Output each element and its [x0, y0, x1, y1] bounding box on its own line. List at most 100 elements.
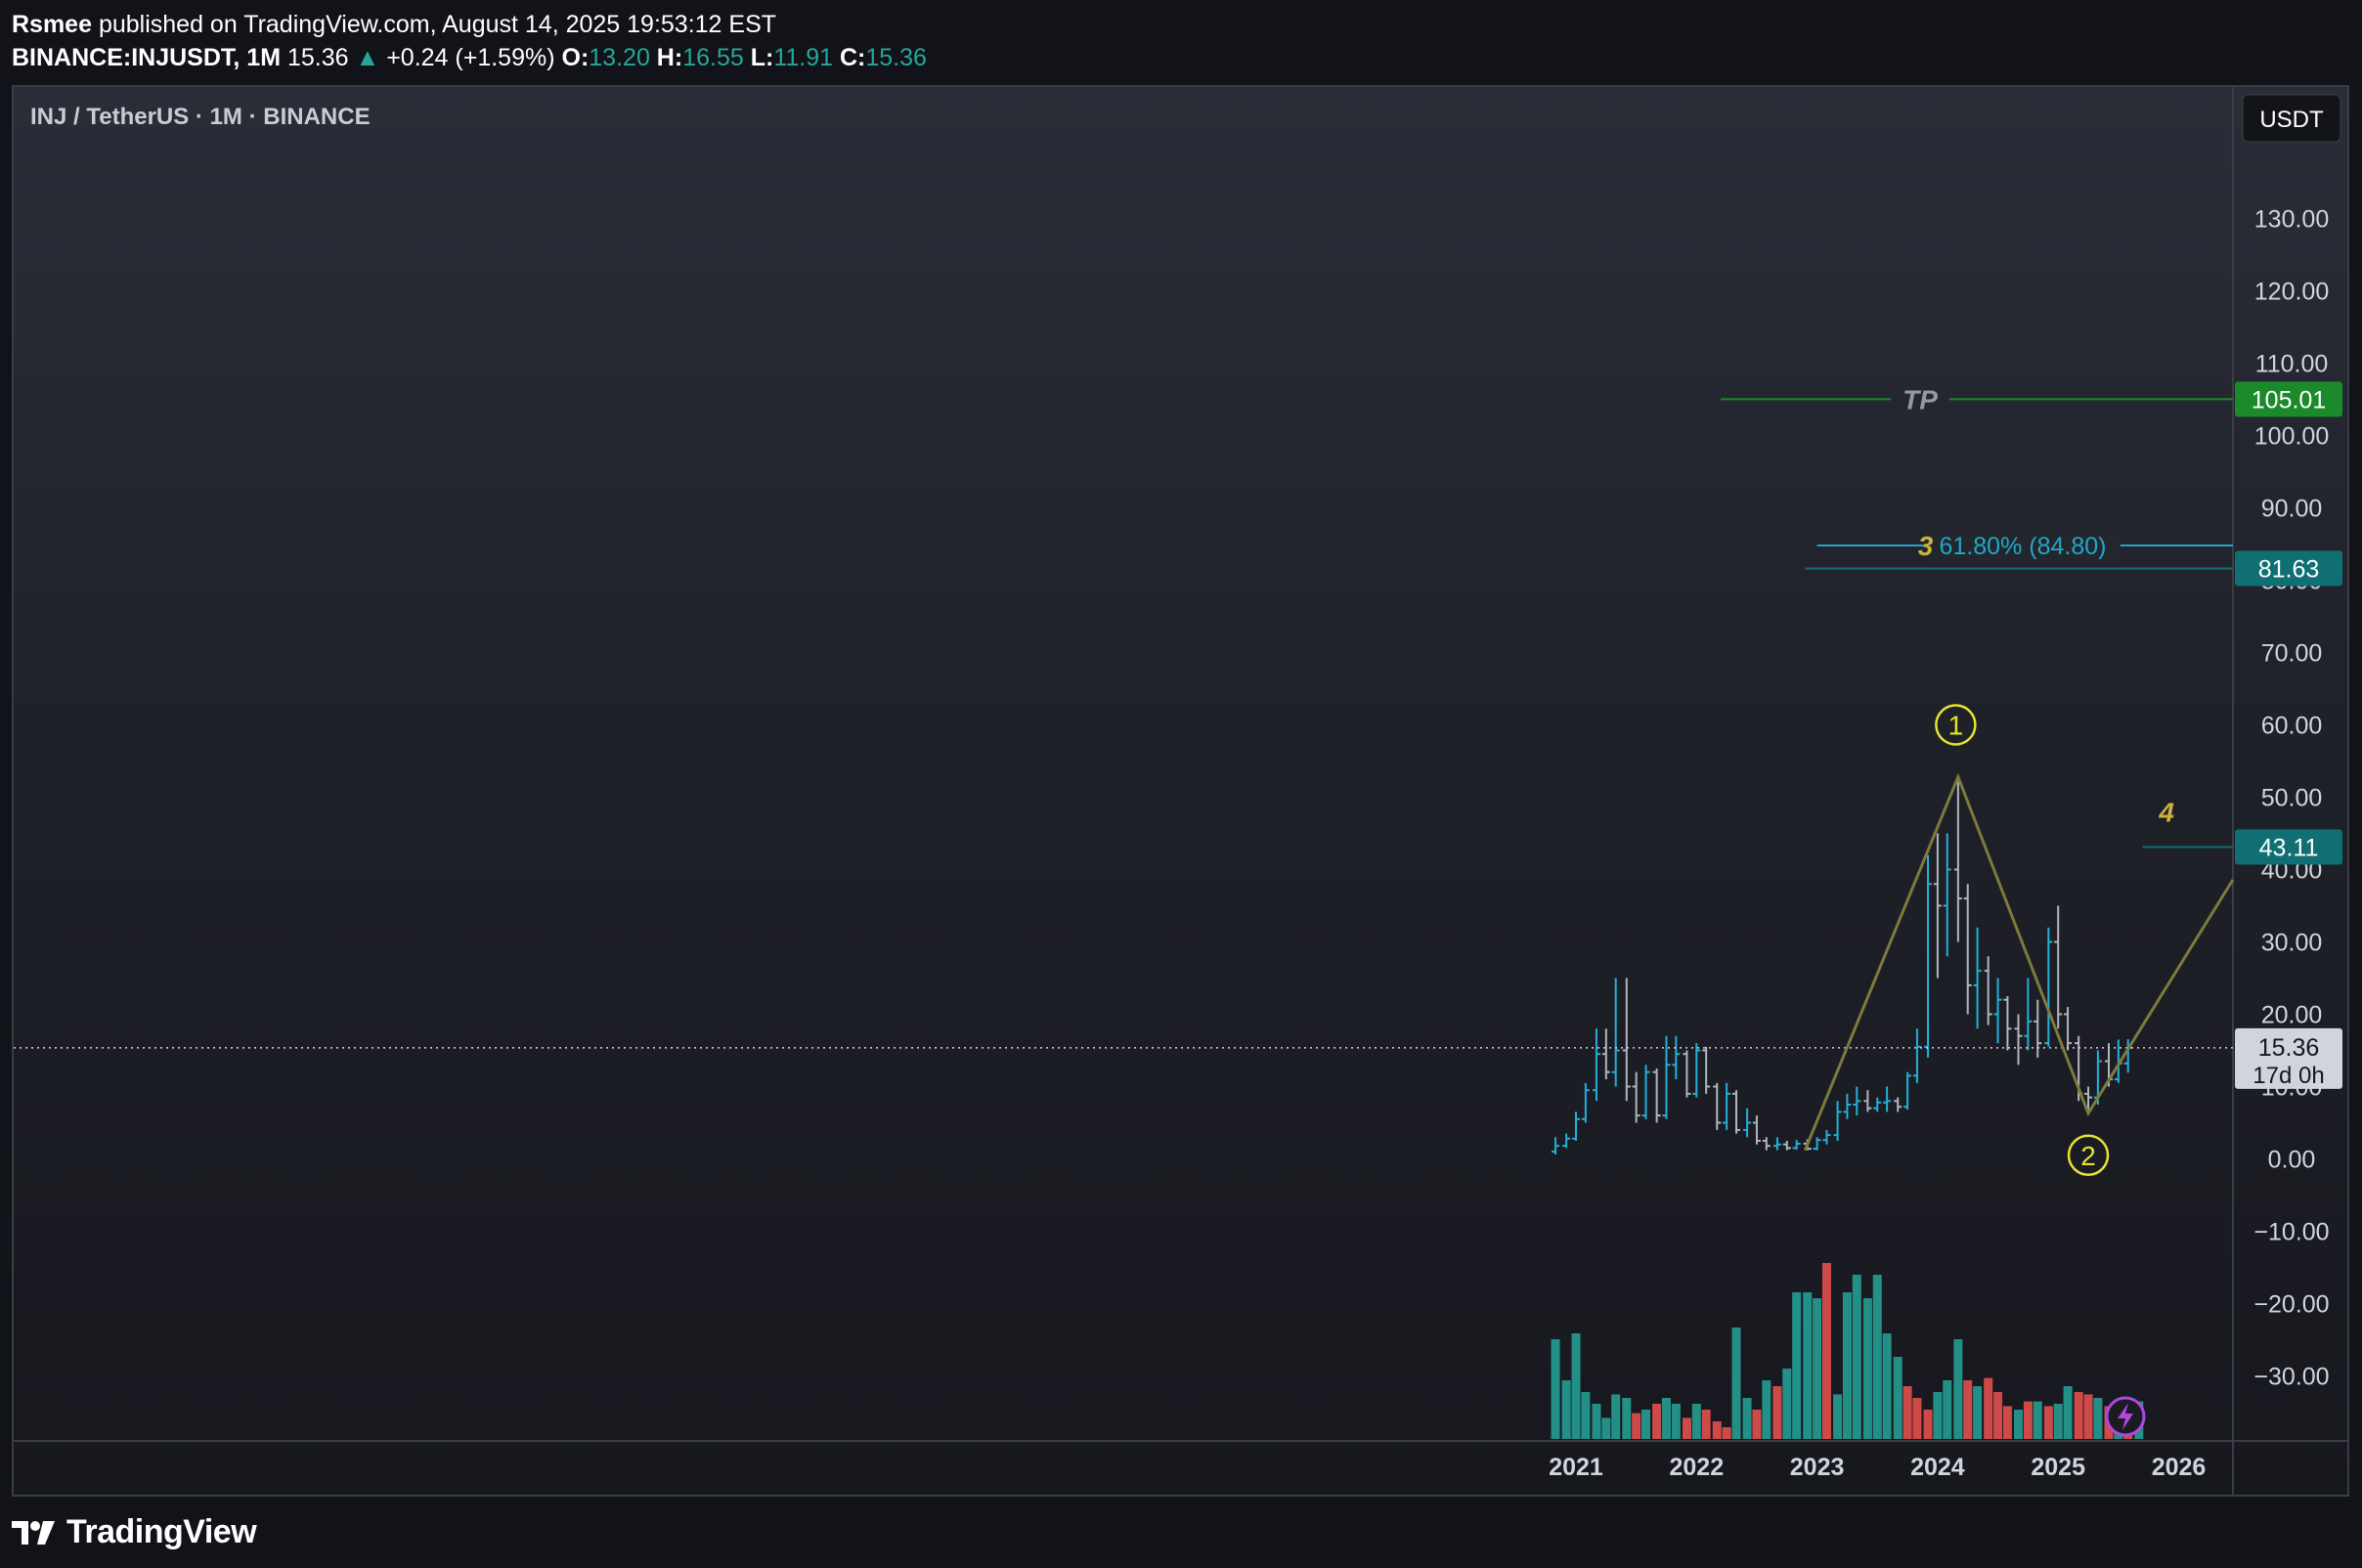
tradingview-brand: TradingView [66, 1513, 257, 1550]
last-price: 15.36 [286, 44, 349, 71]
volume-bar [2083, 1394, 2093, 1439]
x-tick-label: 2024 [1910, 1454, 1965, 1481]
price-level-label: 43.11 [2259, 834, 2319, 861]
price-chart[interactable]: 130.00120.00110.00100.0090.0080.0070.006… [14, 87, 2347, 1495]
volume-bar [1852, 1275, 1861, 1439]
price-level-label: 81.63 [2258, 555, 2320, 583]
x-tick-label: 2021 [1549, 1454, 1603, 1481]
author-name[interactable]: Rsmee [12, 11, 92, 38]
y-tick-label: 70.00 [2261, 640, 2323, 668]
high-label: H: [656, 44, 683, 71]
volume-bar [1973, 1386, 1983, 1439]
volume-bar [1953, 1339, 1963, 1439]
tradingview-logo-icon [12, 1520, 55, 1545]
volume-bar [2074, 1392, 2083, 1439]
last-price-label: 15.36 [2258, 1034, 2320, 1062]
volume-bar [2063, 1386, 2073, 1439]
y-tick-label: −30.00 [2253, 1364, 2329, 1391]
y-tick-label: −10.00 [2253, 1219, 2329, 1246]
volume-bar [1661, 1398, 1671, 1439]
close-label: C: [839, 44, 866, 71]
volume-bar [1592, 1404, 1601, 1439]
volume-bar [1601, 1417, 1611, 1439]
volume-bar [1561, 1380, 1571, 1439]
open-label: O: [561, 44, 590, 71]
y-tick-label: 110.00 [2255, 351, 2329, 378]
x-tick-label: 2023 [1790, 1454, 1845, 1481]
volume-bar [1691, 1404, 1701, 1439]
currency-button-label: USDT [2259, 107, 2324, 133]
volume-bar [1912, 1398, 1922, 1439]
volume-bar [2043, 1406, 2053, 1439]
volume-bar [1571, 1333, 1581, 1439]
volume-bar [1731, 1328, 1741, 1439]
y-tick-label: 130.00 [2254, 206, 2329, 234]
volume-bar [1712, 1421, 1722, 1439]
volume-bar [1701, 1410, 1711, 1439]
volume-bar [1842, 1292, 1852, 1439]
y-tick-label: 120.00 [2254, 279, 2329, 306]
volume-bar [1943, 1380, 1952, 1439]
x-tick-label: 2025 [2031, 1454, 2085, 1481]
volume-bar [1742, 1398, 1752, 1439]
volume-bar [1792, 1292, 1802, 1439]
symbol-label: BINANCE:INJUSDT, 1M [12, 44, 282, 71]
chart-header: Rsmee published on TradingView.com, Augu… [12, 8, 927, 74]
price-level-label: 105.01 [2252, 386, 2326, 414]
volume-bar [1963, 1380, 1973, 1439]
volume-bar [2093, 1398, 2103, 1439]
chart-frame[interactable]: 130.00120.00110.00100.0090.0080.0070.006… [12, 85, 2349, 1497]
volume-bar [1933, 1392, 1943, 1439]
volume-bar [1652, 1404, 1662, 1439]
elliott-wave-path[interactable] [1803, 772, 2235, 1152]
volume-bar [1903, 1386, 1912, 1439]
volume-bar [1882, 1333, 1892, 1439]
volume-bar [1641, 1410, 1651, 1439]
up-arrow-icon: ▲ [355, 44, 380, 71]
volume-bar [1772, 1386, 1782, 1439]
y-tick-label: 100.00 [2254, 423, 2329, 451]
y-tick-label: 20.00 [2261, 1002, 2323, 1029]
y-tick-label: 90.00 [2261, 496, 2323, 523]
volume-bar [2002, 1406, 2012, 1439]
countdown-label: 17d 0h [2253, 1063, 2324, 1089]
volume-bar [1782, 1369, 1792, 1439]
volume-bar [1632, 1413, 1641, 1439]
wave-label: 4 [2158, 797, 2174, 827]
volume-bar [1752, 1410, 1762, 1439]
footer: TradingView [12, 1513, 257, 1551]
volume-bar [1551, 1339, 1560, 1439]
volume-bar [1984, 1377, 1993, 1439]
y-tick-label: 30.00 [2261, 930, 2323, 957]
high-value: 16.55 [682, 44, 744, 71]
volume-bar [1722, 1427, 1731, 1439]
price-change: +0.24 (+1.59%) [386, 44, 555, 71]
tp-label: TP [1903, 384, 1938, 414]
wave-label: 1 [1948, 711, 1964, 741]
volume-bar [2053, 1404, 2063, 1439]
volume-bar [1682, 1417, 1691, 1439]
volume-bar [2014, 1410, 2024, 1439]
volume-bar [1671, 1404, 1681, 1439]
x-tick-label: 2022 [1669, 1454, 1724, 1481]
y-tick-label: 60.00 [2261, 713, 2323, 740]
volume-bar [1762, 1380, 1772, 1439]
wave-label: 2 [2080, 1141, 2096, 1171]
low-label: L: [750, 44, 774, 71]
volume-bar [1803, 1292, 1813, 1439]
volume-bar [1821, 1263, 1831, 1439]
y-tick-label: 0.00 [2268, 1147, 2316, 1174]
chart-title: INJ / TetherUS · 1M · BINANCE [30, 104, 371, 130]
low-value: 11.91 [773, 44, 834, 71]
volume-bar [1813, 1298, 1822, 1439]
x-tick-label: 2026 [2152, 1454, 2207, 1481]
ohlc-line: BINANCE:INJUSDT, 1M 15.36 ▲ +0.24 (+1.59… [12, 41, 927, 74]
volume-bar [1862, 1298, 1872, 1439]
volume-bar [1581, 1392, 1591, 1439]
y-tick-label: −20.00 [2253, 1291, 2329, 1319]
close-value: 15.36 [865, 44, 927, 71]
volume-bar [1923, 1410, 1933, 1439]
volume-bar [1872, 1275, 1882, 1439]
wave-label: 3 [1918, 531, 1934, 561]
publish-line: Rsmee published on TradingView.com, Augu… [12, 8, 927, 41]
